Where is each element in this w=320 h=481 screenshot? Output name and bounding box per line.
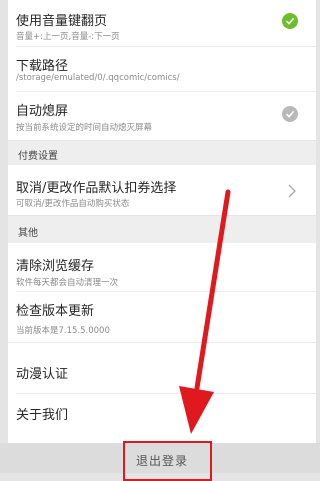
- settings-screen: 使用音量键翻页 音量+:上一页,音量-:下一页 下载路径 /storage/em…: [0, 0, 320, 481]
- annotation-arrow-icon: [179, 189, 231, 434]
